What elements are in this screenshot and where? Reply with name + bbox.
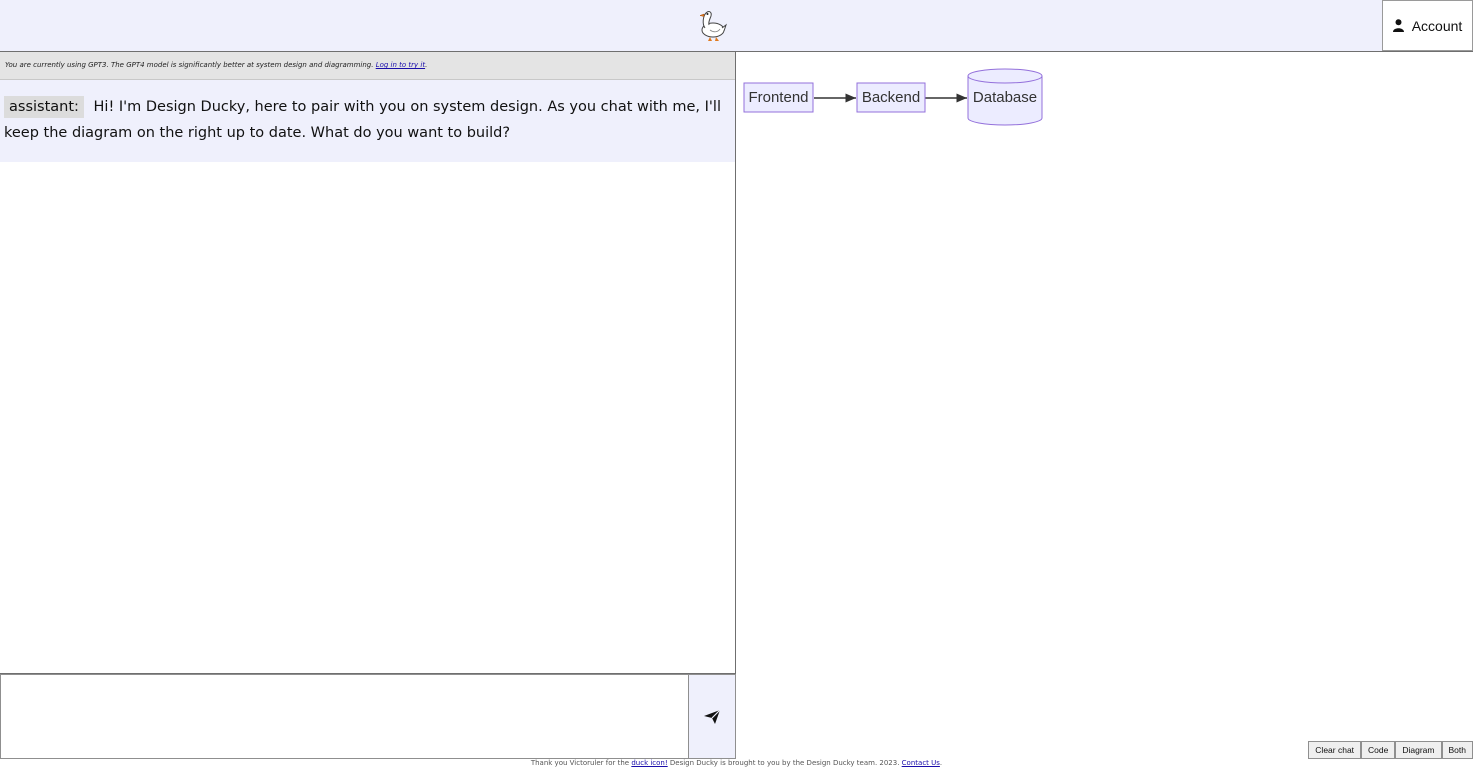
send-button[interactable]	[688, 674, 736, 759]
send-icon	[704, 709, 721, 724]
diagram-node-label: Backend	[862, 89, 920, 106]
duck-icon	[699, 11, 727, 41]
chat-input[interactable]	[0, 674, 688, 759]
chat-input-row	[0, 673, 736, 759]
footer: Thank you Victoruler for the duck icon! …	[0, 759, 1473, 768]
account-button[interactable]: Account	[1382, 0, 1473, 51]
contact-us-link[interactable]: Contact Us	[902, 759, 940, 767]
assistant-message: assistant: Hi! I'm Design Ducky, here to…	[0, 80, 735, 162]
header: Account	[0, 0, 1473, 52]
clear-chat-button[interactable]: Clear chat	[1308, 741, 1362, 759]
notice-suffix: .	[425, 61, 428, 69]
diagram-node-backend: Backend	[856, 82, 926, 113]
footer-text-3: .	[939, 759, 943, 767]
diagram-node-label: Database	[973, 89, 1037, 106]
diagram-pane: Frontend Backend Database	[737, 52, 1473, 758]
diagram-node-frontend: Frontend	[743, 82, 814, 113]
message-text: Hi! I'm Design Ducky, here to pair with …	[4, 99, 721, 141]
code-view-button[interactable]: Code	[1361, 741, 1396, 759]
chat-pane: You are currently using GPT3. The GPT4 m…	[0, 52, 736, 758]
user-icon	[1392, 19, 1404, 32]
diagram-node-database: Database	[967, 68, 1043, 126]
login-link[interactable]: Log in to try it	[376, 61, 425, 69]
footer-text-2: Design Ducky is brought to you by the De…	[667, 759, 902, 767]
model-notice: You are currently using GPT3. The GPT4 m…	[0, 52, 735, 80]
both-view-button[interactable]: Both	[1441, 741, 1473, 759]
footer-text-1: Thank you Victoruler for the	[530, 759, 632, 767]
account-label: Account	[1411, 17, 1463, 34]
diagram-view-button[interactable]: Diagram	[1395, 741, 1442, 759]
message-role: assistant:	[4, 96, 84, 118]
notice-text: You are currently using GPT3. The GPT4 m…	[5, 61, 376, 69]
view-buttons: Clear chat Code Diagram Both	[1308, 741, 1473, 759]
duck-icon-credit-link[interactable]: duck icon!	[631, 759, 667, 767]
diagram-canvas: Frontend Backend Database	[743, 68, 1043, 126]
diagram-node-label: Frontend	[748, 89, 808, 106]
